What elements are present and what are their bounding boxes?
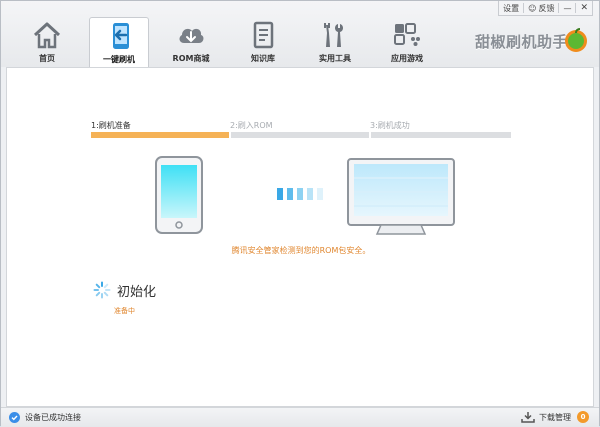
tab-label: ROM商城	[172, 54, 210, 63]
progress-fill	[91, 132, 230, 138]
home-icon	[33, 22, 61, 49]
loading-spinner-icon	[93, 281, 111, 299]
minimize-button[interactable]: —	[559, 1, 575, 15]
tab-apps-games[interactable]: 应用游戏	[377, 17, 437, 67]
tab-home[interactable]: 首页	[17, 17, 77, 67]
smile-icon: ☺	[528, 3, 537, 13]
check-circle-icon	[9, 412, 20, 423]
top-navigation-bar: 设置 ☺ 反馈 — ✕ 首页 一键刷机 ROM商城 知识库 实用工具 应用游戏 …	[1, 1, 599, 67]
tab-label: 知识库	[251, 54, 275, 63]
cloud-download-icon	[179, 28, 204, 43]
close-button[interactable]: ✕	[576, 1, 592, 15]
document-icon	[253, 21, 274, 49]
tab-label: 首页	[39, 54, 55, 63]
tools-icon	[324, 23, 343, 47]
security-notice: 腾讯安全管家检测到您的ROM包安全。	[231, 246, 371, 255]
monitor-icon	[347, 158, 455, 235]
divider	[229, 132, 231, 138]
flash-steps: 1:刷机准备 2:刷入ROM 3:刷机成功	[91, 116, 511, 140]
connection-status-text: 设备已成功连接	[25, 413, 81, 422]
status-bar: 设备已成功连接 下载管理 0	[1, 407, 599, 427]
download-manager-button[interactable]: 下载管理 0	[521, 411, 589, 423]
flash-phone-icon	[113, 23, 129, 49]
tab-label: 一键刷机	[103, 55, 135, 64]
step-2-label: 2:刷入ROM	[230, 121, 273, 130]
tab-one-click-flash[interactable]: 一键刷机	[89, 17, 149, 67]
tab-label: 应用游戏	[391, 54, 423, 63]
feedback-button[interactable]: ☺ 反馈	[524, 1, 558, 15]
tab-label: 实用工具	[319, 54, 351, 63]
download-count-badge: 0	[577, 411, 589, 423]
step-3-label: 3:刷机成功	[370, 121, 410, 130]
progress-track	[91, 132, 511, 138]
init-subtitle: 准备中	[114, 307, 135, 315]
download-manager-label: 下载管理	[539, 412, 571, 422]
init-title: 初始化	[117, 284, 157, 300]
tab-rom-store[interactable]: ROM商城	[161, 17, 221, 67]
transfer-dots-icon	[277, 188, 323, 200]
step-1-label: 1:刷机准备	[91, 121, 131, 130]
phone-icon	[155, 156, 203, 234]
window-controls: 设置 ☺ 反馈 — ✕	[498, 1, 593, 16]
tab-knowledge-base[interactable]: 知识库	[233, 17, 293, 67]
pepper-logo-icon	[565, 28, 587, 52]
settings-button[interactable]: 设置	[499, 1, 523, 15]
connection-status: 设备已成功连接	[9, 412, 81, 423]
feedback-label: 反馈	[538, 3, 555, 13]
tab-utilities[interactable]: 实用工具	[305, 17, 365, 67]
divider	[369, 132, 371, 138]
init-status: 初始化	[93, 280, 156, 300]
main-content: 1:刷机准备 2:刷入ROM 3:刷机成功 腾讯安全管家检测到您的ROM包安全。…	[6, 67, 594, 407]
gamepad-icon	[394, 23, 420, 46]
download-icon	[521, 412, 535, 423]
app-window: 设置 ☺ 反馈 — ✕ 首页 一键刷机 ROM商城 知识库 实用工具 应用游戏 …	[0, 0, 600, 427]
brand-name: 甜椒刷机助手	[475, 33, 569, 51]
